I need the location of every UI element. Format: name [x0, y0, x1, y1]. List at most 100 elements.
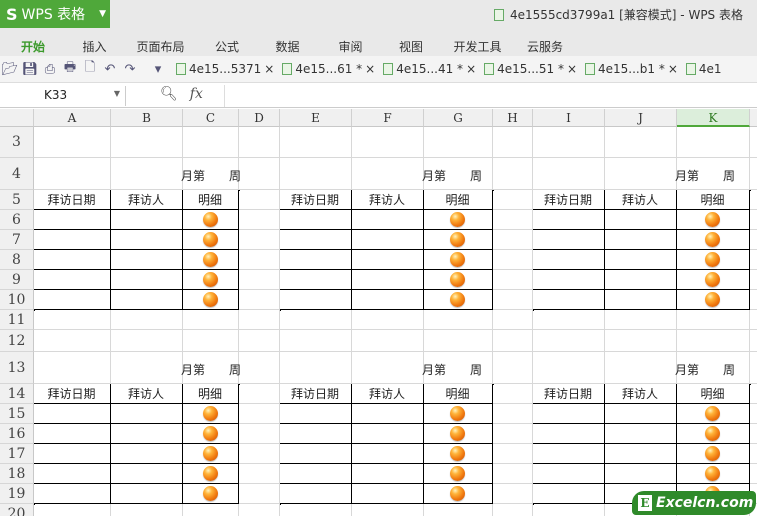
cell[interactable] [750, 384, 757, 404]
orange-ball-icon[interactable] [450, 445, 465, 461]
orange-ball-icon[interactable] [202, 271, 218, 287]
tab-1[interactable]: 插入 [66, 30, 123, 56]
cell[interactable] [493, 444, 533, 464]
table-cell[interactable] [532, 423, 605, 444]
doc-tab[interactable]: 4e15...b1 * × [585, 62, 678, 76]
cell[interactable] [493, 158, 533, 190]
cell[interactable] [34, 127, 111, 158]
table-cell[interactable] [110, 423, 183, 444]
cell[interactable] [239, 210, 280, 230]
zoom-search-icon[interactable]: 🔍︎ [160, 86, 178, 102]
row-header-5[interactable]: 5 [0, 190, 34, 210]
row-header-13[interactable]: 13 [0, 352, 34, 384]
orange-ball-icon[interactable] [705, 271, 720, 287]
cell[interactable] [352, 504, 424, 516]
cell[interactable] [352, 158, 424, 190]
cell[interactable] [533, 127, 605, 158]
column-header-B[interactable]: B [111, 109, 183, 127]
orange-ball-icon[interactable] [705, 291, 720, 307]
table-cell[interactable] [33, 289, 111, 310]
table-cell[interactable] [676, 423, 750, 444]
cell[interactable] [493, 384, 533, 404]
cell[interactable] [34, 504, 111, 516]
table-cell[interactable] [182, 249, 239, 270]
tab-0[interactable]: 开始 [0, 30, 66, 56]
open-folder-icon[interactable]: 📂︎ [0, 62, 20, 77]
cell[interactable] [533, 158, 605, 190]
cell[interactable] [493, 424, 533, 444]
table-cell[interactable] [532, 269, 605, 290]
cell[interactable] [239, 190, 280, 210]
cell[interactable] [352, 310, 424, 330]
orange-ball-icon[interactable] [202, 231, 218, 247]
cell[interactable] [183, 330, 239, 352]
cell[interactable] [424, 504, 493, 516]
cell[interactable] [750, 210, 757, 230]
doc-tab[interactable]: 4e15...51 * × [484, 62, 577, 76]
cell[interactable] [750, 444, 757, 464]
table-cell[interactable] [532, 403, 605, 424]
undo-icon[interactable]: ↶ [100, 62, 120, 77]
tab-5[interactable]: 审阅 [319, 30, 382, 56]
column-header-D[interactable]: D [239, 109, 280, 127]
table-cell[interactable] [351, 403, 424, 424]
table-cell[interactable] [279, 423, 352, 444]
row-header-6[interactable]: 6 [0, 210, 34, 230]
tab-8[interactable]: 云服务 [515, 30, 575, 56]
table-cell[interactable] [532, 289, 605, 310]
table-cell[interactable] [110, 403, 183, 424]
table-cell[interactable] [604, 403, 677, 424]
row-header-12[interactable]: 12 [0, 330, 34, 352]
tab-3[interactable]: 公式 [198, 30, 256, 56]
row-header-11[interactable]: 11 [0, 310, 34, 330]
table-cell[interactable] [604, 229, 677, 250]
table-cell[interactable] [279, 483, 352, 504]
column-header-H[interactable]: H [493, 109, 533, 127]
close-icon[interactable]: × [668, 62, 678, 76]
orange-ball-icon[interactable] [705, 251, 720, 267]
table-cell[interactable] [423, 209, 493, 230]
table-cell[interactable] [351, 443, 424, 464]
cell[interactable] [750, 230, 757, 250]
orange-ball-icon[interactable] [202, 291, 218, 307]
cell[interactable] [493, 484, 533, 504]
cell[interactable] [239, 250, 280, 270]
row-header-16[interactable]: 16 [0, 424, 34, 444]
table-cell[interactable] [182, 229, 239, 250]
table-cell[interactable] [33, 249, 111, 270]
table-cell[interactable] [33, 229, 111, 250]
table-cell[interactable] [279, 463, 352, 484]
cell[interactable] [750, 404, 757, 424]
close-icon[interactable]: × [365, 62, 375, 76]
cell[interactable] [677, 310, 750, 330]
orange-ball-icon[interactable] [705, 211, 720, 227]
row-header-7[interactable]: 7 [0, 230, 34, 250]
redo-icon[interactable]: ↷ [120, 62, 140, 77]
table-cell[interactable] [279, 249, 352, 270]
cell[interactable] [239, 384, 280, 404]
orange-ball-icon[interactable] [450, 465, 465, 481]
row-header-3[interactable]: 3 [0, 127, 34, 158]
cell[interactable] [34, 330, 111, 352]
orange-ball-icon[interactable] [450, 485, 465, 501]
orange-ball-icon[interactable] [705, 425, 720, 441]
cell[interactable] [239, 290, 280, 310]
cell[interactable] [424, 127, 493, 158]
table-cell[interactable] [33, 483, 111, 504]
cell[interactable] [533, 310, 605, 330]
table-cell[interactable] [423, 443, 493, 464]
cell[interactable] [605, 310, 677, 330]
cell[interactable] [493, 210, 533, 230]
cell[interactable] [533, 352, 605, 384]
table-cell[interactable] [423, 483, 493, 504]
orange-ball-icon[interactable] [705, 465, 720, 481]
formula-input[interactable] [224, 85, 757, 107]
close-icon[interactable]: × [567, 62, 577, 76]
table-cell[interactable] [182, 423, 239, 444]
cell[interactable] [111, 352, 183, 384]
app-menu-button[interactable]: S WPS 表格 ▼ [0, 0, 110, 28]
table-cell[interactable] [676, 269, 750, 290]
cell[interactable] [493, 504, 533, 516]
export-pdf-icon[interactable]: ⎙ [40, 62, 60, 77]
column-header-A[interactable]: A [34, 109, 111, 127]
